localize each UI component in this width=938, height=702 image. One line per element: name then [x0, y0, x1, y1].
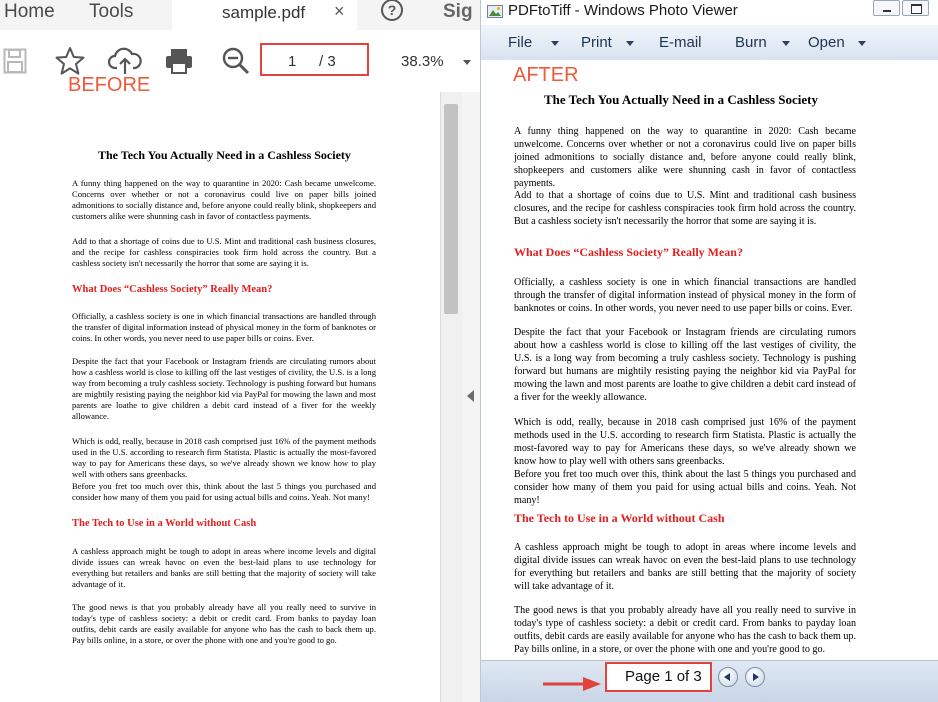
- menu-email[interactable]: E-mail: [659, 34, 702, 51]
- zoom-out-icon[interactable]: [221, 46, 251, 76]
- doc-paragraph: A funny thing happened on the way to qua…: [72, 178, 376, 221]
- doc-paragraph: Add to that a shortage of coins due to U…: [514, 190, 856, 227]
- tab-tools[interactable]: Tools: [89, 0, 133, 24]
- scrollbar-thumb[interactable]: [444, 104, 458, 314]
- doc-paragraph: The good news is that you probably alrea…: [72, 602, 376, 645]
- doc-paragraph: Add to that a shortage of coins due to U…: [72, 236, 376, 268]
- maximize-button[interactable]: [902, 0, 929, 16]
- minimize-button[interactable]: [873, 0, 900, 16]
- doc-paragraph: Which is odd, really, because in 2018 ca…: [514, 417, 856, 467]
- tab-document[interactable]: sample.pdf ×: [172, 0, 357, 30]
- previous-icon: [724, 673, 730, 681]
- maximize-icon: [911, 4, 922, 14]
- zoom-dropdown-icon[interactable]: [463, 60, 471, 65]
- after-label: AFTER: [513, 64, 579, 86]
- window-title: PDFtoTiff - Windows Photo Viewer: [508, 2, 738, 19]
- bookmark-star-icon[interactable]: [55, 46, 85, 76]
- page-number-box[interactable]: 1 / 3: [260, 43, 369, 76]
- burn-dropdown-icon[interactable]: [782, 41, 790, 46]
- doc-paragraph: Which is odd, really, because in 2018 ca…: [72, 436, 376, 479]
- doc-heading: What Does “Cashless Society” Really Mean…: [72, 284, 273, 295]
- minimize-icon: [883, 10, 891, 12]
- total-pages: / 3: [319, 53, 336, 70]
- print-dropdown-icon[interactable]: [626, 41, 634, 46]
- cloud-upload-icon[interactable]: [108, 46, 142, 76]
- command-bar: File Print E-mail Burn Open: [481, 25, 938, 61]
- doc-paragraph: Before you fret too much over this, thin…: [514, 469, 856, 506]
- next-icon: [753, 673, 759, 681]
- doc-paragraph: A funny thing happened on the way to qua…: [514, 126, 856, 189]
- doc-heading: The Tech to Use in a World without Cash: [514, 511, 725, 525]
- tab-home[interactable]: Home: [4, 0, 55, 24]
- file-dropdown-icon[interactable]: [551, 41, 559, 46]
- open-dropdown-icon[interactable]: [858, 41, 866, 46]
- acrobat-window: Home Tools sample.pdf × ? Sig 38.3% 1 / …: [0, 0, 480, 702]
- collapse-panel-icon[interactable]: [467, 390, 474, 402]
- doc-paragraph: Officially, a cashless society is one in…: [514, 277, 856, 314]
- photo-viewer-window: PDFtoTiff - Windows Photo Viewer File Pr…: [480, 0, 938, 702]
- doc-heading: What Does “Cashless Society” Really Mean…: [514, 245, 743, 259]
- doc-paragraph: A cashless approach might be tough to ad…: [72, 546, 376, 589]
- tab-document-label: sample.pdf: [222, 3, 306, 22]
- photo-viewer-app-icon: [487, 5, 503, 18]
- doc-paragraph: A cashless approach might be tough to ad…: [514, 542, 856, 592]
- page-indicator: Page 1 of 3: [605, 662, 712, 692]
- doc-title: The Tech You Actually Need in a Cashless…: [98, 148, 351, 162]
- page-indicator-text: Page 1 of 3: [625, 668, 702, 685]
- help-icon[interactable]: ?: [381, 0, 403, 21]
- menu-file[interactable]: File: [508, 34, 532, 51]
- doc-paragraph: Before you fret too much over this, thin…: [72, 481, 376, 502]
- menu-print[interactable]: Print: [581, 34, 612, 51]
- doc-paragraph: The good news is that you probably alrea…: [514, 605, 856, 655]
- doc-paragraph: Despite the fact that your Facebook or I…: [514, 327, 856, 403]
- acrobat-tab-bar: Home Tools sample.pdf × ? Sig: [0, 0, 480, 30]
- previous-page-button[interactable]: [718, 667, 738, 687]
- menu-open[interactable]: Open: [808, 34, 845, 51]
- doc-heading: The Tech to Use in a World without Cash: [72, 518, 257, 529]
- tab-close-icon[interactable]: ×: [334, 1, 345, 22]
- title-bar: PDFtoTiff - Windows Photo Viewer: [481, 0, 938, 25]
- current-page-input[interactable]: 1: [288, 53, 296, 70]
- doc-paragraph: Despite the fact that your Facebook or I…: [72, 356, 376, 421]
- menu-burn[interactable]: Burn: [735, 34, 767, 51]
- zoom-level[interactable]: 38.3%: [401, 53, 444, 70]
- doc-paragraph: Officially, a cashless society is one in…: [72, 311, 376, 343]
- annotation-arrow-icon: [543, 677, 601, 691]
- doc-title: The Tech You Actually Need in a Cashless…: [544, 92, 818, 107]
- next-page-button[interactable]: [745, 667, 765, 687]
- tab-sign[interactable]: Sig: [443, 0, 473, 24]
- save-icon[interactable]: [3, 48, 27, 74]
- print-icon[interactable]: [164, 47, 194, 75]
